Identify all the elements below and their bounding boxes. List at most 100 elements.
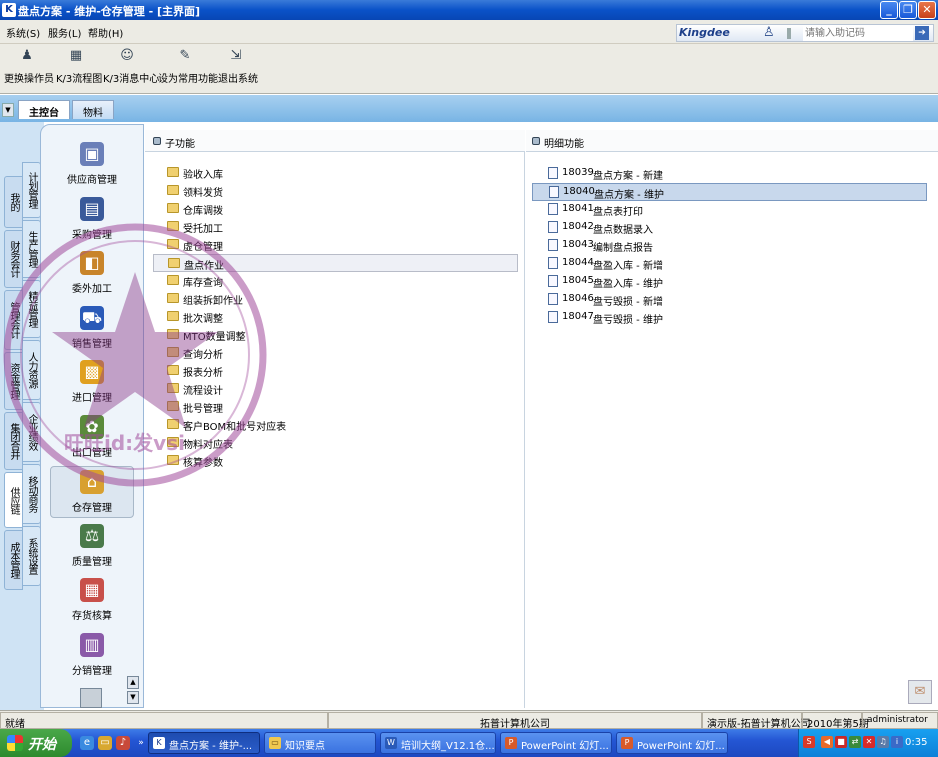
sub-function-item-selected[interactable]: 盘点作业 <box>153 254 518 272</box>
message-center-button[interactable]: ☺ K/3消息中心 <box>103 48 159 85</box>
vtab-supply-chain[interactable]: 供应链 <box>4 472 23 528</box>
vtab-financial-accounting[interactable]: 财务会计 <box>4 230 23 288</box>
taskbar-button[interactable]: W 培训大纲_V12.1仓... <box>380 732 496 754</box>
tray-back-icon[interactable]: ◀ <box>821 736 833 748</box>
close-button[interactable]: ✕ <box>918 1 936 19</box>
detail-function-code: 18046 <box>562 293 594 304</box>
vtab-fund-management[interactable]: 资金管理 <box>4 352 23 410</box>
change-operator-button[interactable]: ♟ 更换操作员 <box>4 48 54 85</box>
vertical-tab-rail: 我的K/3 财务会计 管理会计 资金管理 集团合并 供应链 成本管理 计划管理 … <box>0 122 44 710</box>
vtab-mobile-commerce[interactable]: 移动商务 <box>22 464 41 524</box>
minimize-button[interactable]: _ <box>880 1 898 19</box>
exit-system-button[interactable]: ⇲ 退出系统 <box>218 48 258 85</box>
menu-service[interactable]: 服务(L) <box>48 25 81 40</box>
detail-function-item[interactable]: 18039 盘点方案 - 新建 <box>548 165 928 183</box>
sub-function-item[interactable]: 报表分析 <box>167 362 519 380</box>
sub-function-item[interactable]: 领料发货 <box>167 182 519 200</box>
module-supplier[interactable]: ▣ 供应商管理 <box>50 139 134 191</box>
sub-function-item[interactable]: 仓库调拨 <box>167 200 519 218</box>
taskbar-button[interactable]: ▭ 知识要点 <box>264 732 376 754</box>
module-warehouse[interactable]: ⌂ 仓存管理 <box>50 466 134 518</box>
module-purchase[interactable]: ▤ 采购管理 <box>50 194 134 246</box>
detail-function-item[interactable]: 18045 盘盈入库 - 维护 <box>548 273 928 291</box>
sub-function-item[interactable]: 客户BOM和批号对应表 <box>167 416 519 434</box>
flowchart-button[interactable]: ▦ K/3流程图 <box>56 48 102 85</box>
vtab-production[interactable]: 生产管理 <box>22 220 41 278</box>
sub-function-item[interactable]: 查询分析 <box>167 344 519 362</box>
module-export[interactable]: ✿ 出口管理 <box>50 412 134 464</box>
ie-icon[interactable]: e <box>80 736 94 750</box>
collapse-icon[interactable] <box>153 137 161 145</box>
tray-network-icon[interactable]: ⇄ <box>849 736 861 748</box>
folder-icon <box>167 203 179 213</box>
vtab-human-resources[interactable]: 人力资源 <box>22 340 41 400</box>
detail-function-item[interactable]: 18044 盘盈入库 - 新增 <box>548 255 928 273</box>
sub-function-item[interactable]: 库存查询 <box>167 272 519 290</box>
sub-function-item[interactable]: 验收入库 <box>167 164 519 182</box>
detail-function-item-selected[interactable]: 18040 盘点方案 - 维护 <box>532 183 927 201</box>
sub-function-item[interactable]: 物料对应表 <box>167 434 519 452</box>
sub-function-item[interactable]: 组装拆卸作业 <box>167 290 519 308</box>
mail-icon[interactable]: ✉ <box>908 680 932 704</box>
module-truck[interactable]: ⛟ 销售管理 <box>50 303 134 355</box>
help-code-input[interactable] <box>803 25 913 41</box>
module-quality[interactable]: ⚖ 质量管理 <box>50 521 134 573</box>
tray-info-icon[interactable]: i <box>891 736 903 748</box>
set-favorite-button[interactable]: ✎ 设为常用功能 <box>158 48 218 85</box>
sub-function-item[interactable]: 虚仓管理 <box>167 236 519 254</box>
sub-function-item[interactable]: 批次调整 <box>167 308 519 326</box>
module-import-box[interactable]: ▩ 进口管理 <box>50 357 134 409</box>
module-distribution[interactable]: ▥ 分销管理 <box>50 630 134 682</box>
quicklaunch-expand-icon[interactable]: » <box>134 736 148 750</box>
sub-function-item[interactable]: 受托加工 <box>167 218 519 236</box>
vtab-cost-management[interactable]: 成本管理 <box>4 530 23 590</box>
detail-function-code: 18039 <box>562 167 594 178</box>
go-arrow-icon[interactable]: ➔ <box>915 26 929 40</box>
vtab-planning[interactable]: 计划管理 <box>22 162 41 218</box>
taskbar-button[interactable]: K 盘点方案 - 维护-... <box>148 732 260 754</box>
scroll-down-icon[interactable]: ▼ <box>127 691 139 704</box>
sub-function-item[interactable]: 流程设计 <box>167 380 519 398</box>
vtab-system-settings[interactable]: 系统设置 <box>22 526 41 586</box>
detail-function-label: 盘点方案 - 维护 <box>594 190 664 201</box>
detail-function-label: 盘亏毁损 - 维护 <box>593 315 663 326</box>
tab-material[interactable]: 物料 <box>72 100 114 119</box>
vtab-enterprise-performance[interactable]: 企业绩效 <box>22 402 41 462</box>
sub-function-item[interactable]: 批号管理 <box>167 398 519 416</box>
detail-function-item[interactable]: 18046 盘亏毁损 - 新增 <box>548 291 928 309</box>
tray-alert-icon[interactable]: ✕ <box>863 736 875 748</box>
module-outsourcing[interactable]: ◧ 委外加工 <box>50 248 134 300</box>
detail-function-label: 盘盈入库 - 维护 <box>593 279 663 290</box>
module-label: 出口管理 <box>72 447 112 459</box>
detail-function-item[interactable]: 18041 盘点表打印 <box>548 201 928 219</box>
detail-function-item[interactable]: 18042 盘点数据录入 <box>548 219 928 237</box>
menu-help[interactable]: 帮助(H) <box>88 25 123 40</box>
vtab-lean[interactable]: 精益管理 <box>22 280 41 338</box>
start-button[interactable]: 开始 <box>0 729 72 757</box>
detail-function-item[interactable]: 18043 编制盘点报告 <box>548 237 928 255</box>
vtab-management-accounting[interactable]: 管理会计 <box>4 290 23 350</box>
vtab-my-k3[interactable]: 我的K/3 <box>0 176 23 228</box>
scroll-up-icon[interactable]: ▲ <box>127 676 139 689</box>
menu-system[interactable]: 系统(S) <box>6 25 40 40</box>
taskbar-button[interactable]: P PowerPoint 幻灯... <box>616 732 728 754</box>
sub-function-label: 受托加工 <box>183 224 223 235</box>
tray-s-icon[interactable]: S <box>803 736 815 748</box>
brand-box: Kingdee ♙ ➔ <box>676 24 934 42</box>
media-icon[interactable]: ♪ <box>116 736 130 750</box>
tab-main-console[interactable]: 主控台 <box>18 100 70 119</box>
tray-stop-icon[interactable]: ■ <box>835 736 847 748</box>
vtab-group-consolidation[interactable]: 集团合并 <box>4 412 23 470</box>
detail-function-item[interactable]: 18047 盘亏毁损 - 维护 <box>548 309 928 327</box>
sub-function-label: 客户BOM和批号对应表 <box>183 422 287 433</box>
sub-function-item[interactable]: 核算参数 <box>167 452 519 470</box>
collapse-icon[interactable] <box>532 137 540 145</box>
taskbar-button[interactable]: P PowerPoint 幻灯... <box>500 732 612 754</box>
sub-function-item[interactable]: MTO数量调整 <box>167 326 519 344</box>
module-inventory-accounting[interactable]: ▦ 存货核算 <box>50 575 134 627</box>
tray-volume-icon[interactable]: ♫ <box>877 736 889 748</box>
module-label: 供应商管理 <box>67 175 117 186</box>
tab-dropdown-icon[interactable]: ▼ <box>2 103 14 117</box>
folder-quicklaunch-icon[interactable]: ▭ <box>98 736 112 750</box>
restore-button[interactable]: ❐ <box>899 1 917 19</box>
